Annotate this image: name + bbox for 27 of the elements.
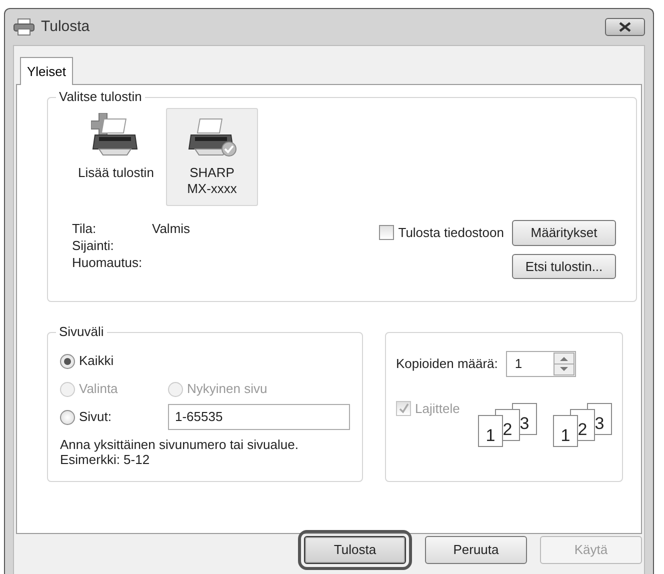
printer-item[interactable]: Lisää tulostin — [70, 108, 162, 206]
radio-button[interactable] — [60, 354, 75, 368]
field-label: Huomautus: — [72, 254, 144, 271]
find-printer-button[interactable]: Etsi tulostin... — [512, 254, 616, 279]
printer-item[interactable]: SHARP MX-xxxx — [166, 108, 258, 206]
dialog-button[interactable]: Peruuta — [425, 536, 527, 564]
field-label: Tila: — [72, 220, 98, 237]
page-range-field[interactable]: 1-65535 — [168, 404, 350, 430]
page-icon: 1 — [553, 415, 578, 447]
radio-label[interactable]: Kaikki — [79, 351, 114, 371]
copies-label: Kopioiden määrä: — [396, 355, 498, 374]
tab[interactable]: Yleiset — [20, 57, 74, 85]
field-value: Valmis — [152, 220, 190, 237]
close-button[interactable] — [605, 18, 645, 36]
checkbox[interactable] — [379, 225, 394, 240]
spin-arrows-icon — [552, 352, 575, 376]
close-icon — [619, 22, 631, 32]
window-title: Tulosta — [41, 16, 90, 37]
field-label: Sijainti: — [72, 237, 115, 254]
hint-text: Anna yksittäinen sivunumero tai sivualue. Esimerkki: 5-12 — [60, 437, 300, 467]
copies-spinner[interactable]: 1 — [506, 351, 576, 377]
radio-button[interactable] — [60, 410, 75, 424]
printer-icon — [13, 18, 35, 36]
page-icon: 1 — [478, 415, 503, 447]
checkbox-label[interactable]: Tulosta tiedostoon — [398, 223, 504, 242]
preferences-button[interactable]: Määritykset — [512, 220, 616, 246]
radio-label[interactable]: Sivut: — [79, 407, 112, 427]
